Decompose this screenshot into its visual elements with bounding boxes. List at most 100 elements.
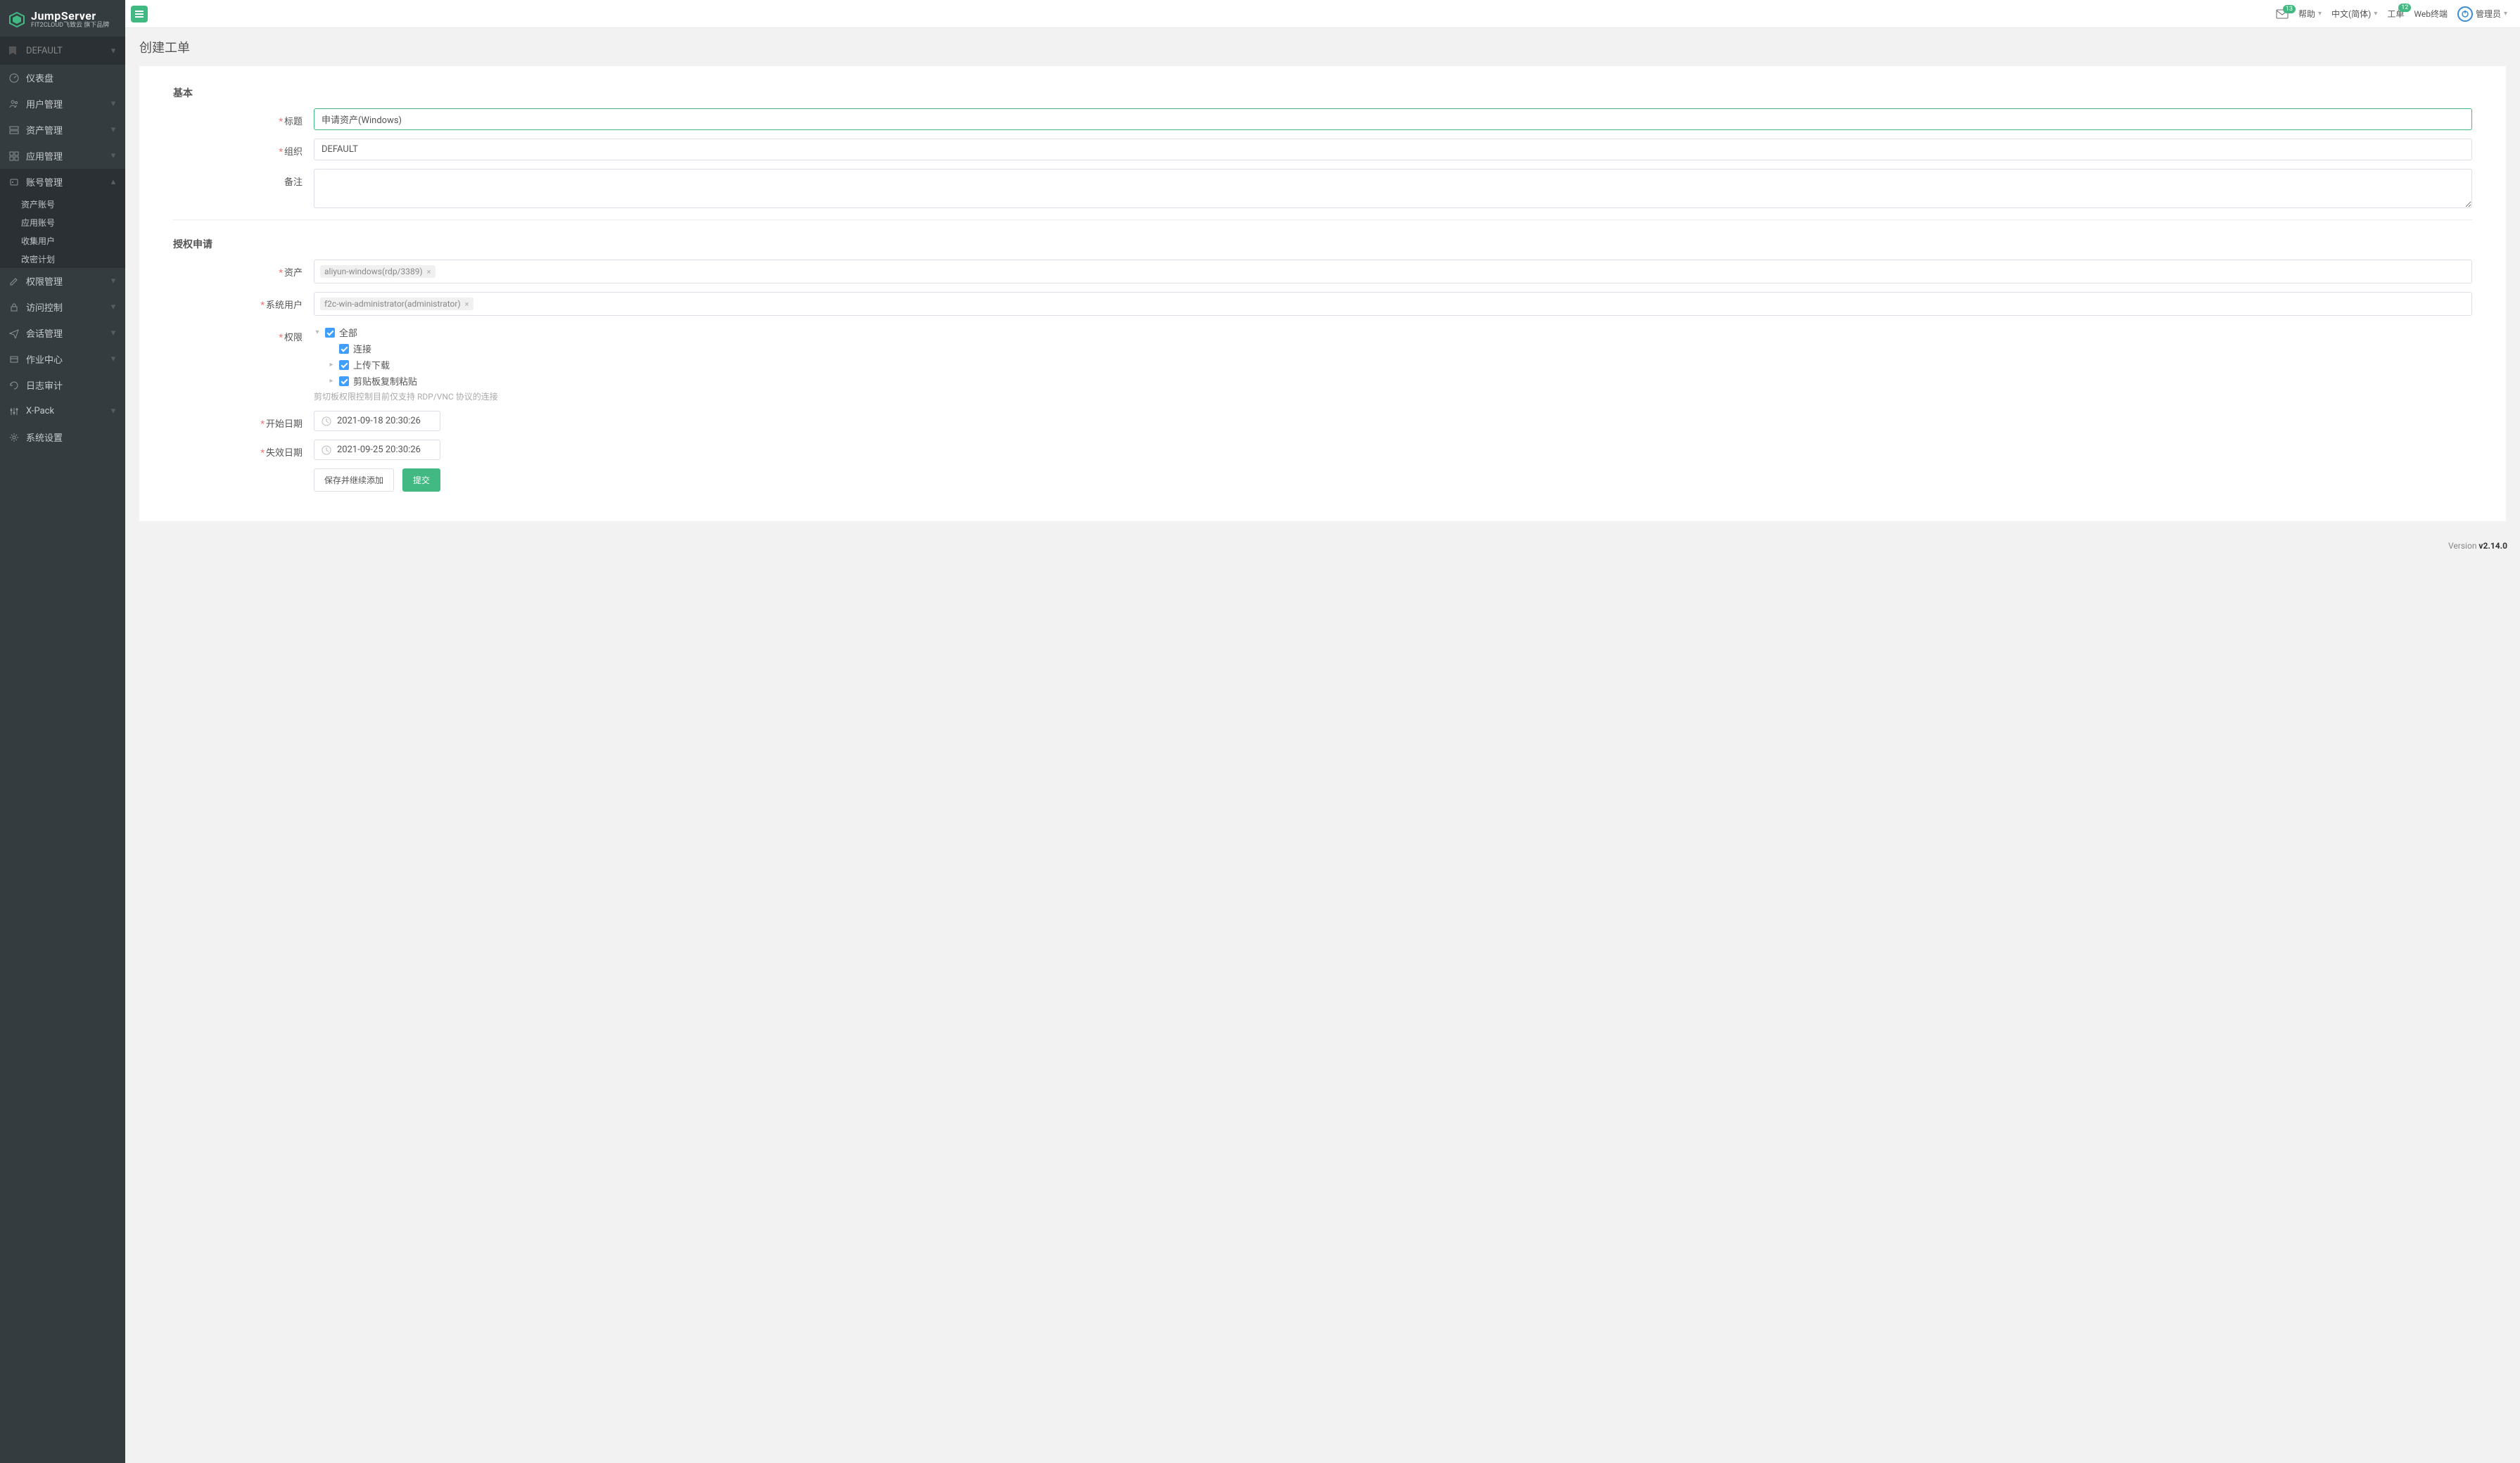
scope-selector[interactable]: DEFAULT ▾ (0, 37, 125, 65)
nav-item-server[interactable]: 资产管理 ▾ (0, 117, 125, 143)
bookmark-icon (7, 46, 18, 56)
version-prefix: Version (2448, 541, 2478, 551)
nav-label: 访问控制 (26, 300, 103, 314)
label-asset: 资产 (284, 268, 303, 279)
users-icon (8, 98, 19, 109)
cogs-icon (8, 432, 19, 442)
nav-item-dashboard[interactable]: 仪表盘 (0, 65, 125, 91)
nav-label: 会话管理 (26, 326, 103, 340)
tree-collapse-icon[interactable]: ▾ (314, 328, 321, 336)
section-basic: 基本 (173, 82, 2472, 104)
nav-label: 资产管理 (26, 123, 103, 136)
chevron-down-icon: ▾ (2318, 10, 2322, 18)
nav-item-send[interactable]: 会话管理 ▾ (0, 320, 125, 346)
subnav-item[interactable]: 改密计划 (0, 250, 125, 268)
nav-item-edit[interactable]: 权限管理▾ (0, 268, 125, 294)
scope-label: DEFAULT (26, 46, 103, 56)
sidebar-toggle-button[interactable] (131, 6, 148, 23)
tree-expand-icon[interactable]: ▸ (328, 361, 335, 369)
nav-item-grid[interactable]: 应用管理 ▾ (0, 143, 125, 169)
chevron-up-icon: ▴ (110, 177, 117, 187)
save-and-continue-button[interactable]: 保存并继续添加 (314, 468, 394, 492)
tree-expand-icon[interactable]: ▸ (328, 377, 335, 385)
perm-tree: ▾ 全部 连接 ▸ (314, 324, 2472, 388)
tag-remove-icon[interactable]: × (427, 267, 431, 276)
help-menu[interactable]: 帮助 ▾ (2298, 8, 2322, 20)
sysuser-tag: f2c-win-administrator(administrator) × (320, 298, 473, 310)
subnav-item[interactable]: 资产账号 (0, 195, 125, 213)
label-sysuser: 系统用户 (266, 300, 303, 311)
checkbox[interactable] (339, 344, 349, 354)
chevron-down-icon: ▾ (110, 328, 117, 338)
title-input[interactable] (314, 108, 2472, 130)
perm-node[interactable]: ▸ 上传下载 (328, 358, 2472, 371)
perm-node[interactable]: ▸ 剪贴板复制粘贴 (328, 374, 2472, 388)
page-title: 创建工单 (125, 28, 2520, 66)
clock-icon (322, 416, 331, 426)
chevron-down-icon: ▾ (110, 151, 117, 161)
footer: Version v2.14.0 (125, 535, 2520, 556)
nav-item-users[interactable]: 用户管理 ▾ (0, 91, 125, 117)
nav-label: 账号管理 (26, 175, 103, 189)
history-icon (8, 380, 19, 390)
checkbox[interactable] (339, 376, 349, 386)
key-icon (8, 177, 19, 187)
nav-label: 系统设置 (26, 430, 117, 444)
asset-tag-label: aliyun-windows(rdp/3389) (324, 267, 423, 276)
checkbox[interactable] (339, 360, 349, 370)
divider (173, 219, 2472, 220)
label-start: 开始日期 (266, 419, 303, 430)
nav-item-lock[interactable]: 访问控制 ▾ (0, 294, 125, 320)
checkbox[interactable] (325, 328, 335, 338)
nav-item-history[interactable]: 日志审计 (0, 372, 125, 398)
subnav-item[interactable]: 收集用户 (0, 231, 125, 250)
mail-button[interactable]: 13 (2276, 9, 2289, 19)
nav-item-sliders[interactable]: X-Pack▾ (0, 398, 125, 424)
end-date-input[interactable]: 2021-09-25 20:30:26 (314, 440, 440, 460)
sysuser-select[interactable]: f2c-win-administrator(administrator) × (314, 292, 2472, 316)
nav-label: 用户管理 (26, 97, 103, 110)
language-menu[interactable]: 中文(简体) ▾ (2331, 8, 2377, 20)
user-label: 管理员 (2476, 8, 2501, 20)
tickets-button[interactable]: 工单 12 (2387, 8, 2404, 20)
nav-label: 日志审计 (26, 378, 117, 392)
perm-child-label: 上传下载 (353, 358, 390, 371)
sidebar: JumpServer FIT2CLOUD飞致云 旗下品牌 DEFAULT ▾ 仪… (0, 0, 125, 1463)
section-auth: 授权申请 (173, 233, 2472, 255)
server-icon (8, 124, 19, 135)
note-textarea[interactable] (314, 169, 2472, 208)
end-date-value: 2021-09-25 20:30:26 (337, 445, 421, 455)
label-title: 标题 (284, 117, 303, 127)
nav-item-key[interactable]: 账号管理 ▴ (0, 169, 125, 195)
version: v2.14.0 (2478, 541, 2507, 551)
nav-item-cogs[interactable]: 系统设置 (0, 424, 125, 450)
chevron-down-icon: ▾ (110, 302, 117, 312)
nav-label: X-Pack (26, 406, 103, 416)
chevron-down-icon: ▾ (110, 354, 117, 364)
chevron-down-icon: ▾ (110, 46, 117, 56)
start-date-input[interactable]: 2021-09-18 20:30:26 (314, 411, 440, 431)
submit-button[interactable]: 提交 (402, 468, 440, 492)
org-select[interactable] (314, 139, 2472, 160)
chevron-down-icon: ▾ (110, 98, 117, 109)
nav-label: 应用管理 (26, 149, 103, 162)
web-terminal-button[interactable]: Web终端 (2414, 8, 2448, 20)
perm-root-label: 全部 (339, 326, 357, 339)
perm-child-label: 剪贴板复制粘贴 (353, 374, 417, 388)
asset-select[interactable]: aliyun-windows(rdp/3389) × (314, 260, 2472, 283)
sysuser-tag-label: f2c-win-administrator(administrator) (324, 299, 461, 309)
tag-remove-icon[interactable]: × (465, 300, 469, 309)
nav-item-tasks[interactable]: 作业中心 ▾ (0, 346, 125, 372)
grid-icon (8, 151, 19, 161)
perm-node[interactable]: 连接 (328, 342, 2472, 355)
asset-tag: aliyun-windows(rdp/3389) × (320, 265, 435, 278)
perm-hint: 剪切板权限控制目前仅支持 RDP/VNC 协议的连接 (314, 390, 2472, 402)
nav-label: 作业中心 (26, 352, 103, 366)
perm-node-root[interactable]: ▾ 全部 (314, 326, 2472, 339)
web-terminal-label: Web终端 (2414, 8, 2448, 20)
perm-child-label: 连接 (353, 342, 371, 355)
user-menu[interactable]: 管理员 ▾ (2457, 6, 2507, 22)
chevron-down-icon: ▾ (110, 124, 117, 135)
subnav-item[interactable]: 应用账号 (0, 213, 125, 231)
menu-icon (135, 11, 144, 18)
